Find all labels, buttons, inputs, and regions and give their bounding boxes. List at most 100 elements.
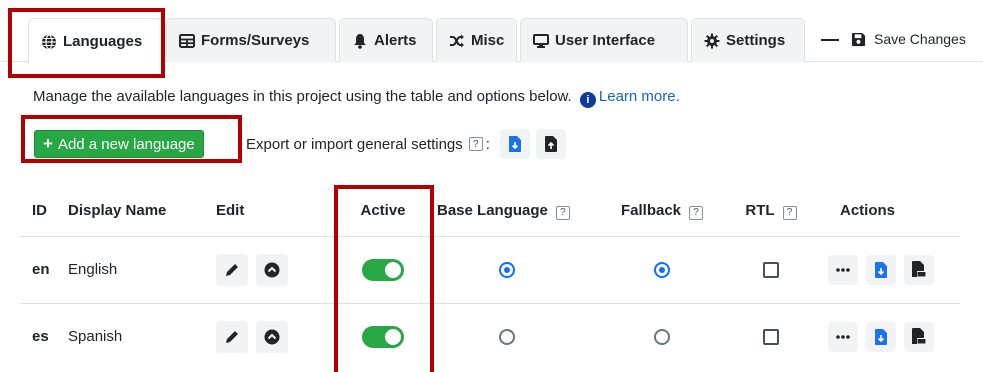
edit-cell — [216, 235, 329, 303]
tab-label: Forms/Surveys — [201, 32, 310, 49]
fallback-radio[interactable] — [654, 262, 670, 279]
description-text: Manage the available languages in this p… — [33, 88, 572, 105]
header-base-language-label: Base Language — [437, 202, 548, 219]
language-display-name: English — [68, 235, 216, 303]
tab-label: Misc — [471, 32, 505, 49]
rtl-checkbox[interactable] — [763, 262, 779, 279]
table-header-row: ID Display Name Edit Active Base Languag… — [20, 186, 960, 236]
ellipsis-icon — [836, 334, 850, 339]
add-language-button[interactable]: + Add a new language — [34, 130, 204, 158]
pencil-icon — [226, 330, 238, 343]
globe-icon — [41, 33, 57, 50]
header-rtl: RTL? — [726, 186, 816, 236]
language-id: en — [20, 235, 68, 303]
page-description: Manage the available languages in this p… — [33, 88, 680, 108]
actions-cell — [816, 235, 960, 303]
table-row: en English — [20, 235, 960, 303]
pdf-language-button[interactable] — [904, 254, 934, 285]
save-changes-label: Save Changes — [874, 31, 966, 47]
active-cell — [329, 302, 437, 370]
actions-cell — [816, 302, 960, 370]
pencil-icon — [226, 263, 238, 276]
tab-languages[interactable]: Languages — [28, 18, 162, 64]
tab-label: Settings — [726, 32, 786, 49]
header-display-name: Display Name — [68, 202, 167, 220]
header-id: ID — [32, 202, 47, 220]
floppy-disk-icon — [851, 32, 866, 47]
bell-icon — [352, 33, 368, 49]
download-language-button[interactable] — [866, 254, 896, 285]
header-edit: Edit — [216, 202, 245, 220]
download-language-button[interactable] — [866, 321, 896, 352]
export-import-label: Export or import general settings — [246, 135, 463, 153]
fallback-radio[interactable] — [654, 329, 670, 346]
shuffle-icon — [449, 33, 465, 49]
active-toggle[interactable] — [362, 258, 404, 281]
edit-cell — [216, 302, 329, 370]
header-fallback-label: Fallback — [620, 202, 682, 219]
tab-label: Languages — [63, 33, 143, 50]
base-language-cell — [437, 235, 598, 303]
language-display-name: Spanish — [68, 302, 216, 370]
chevron-up-circle-icon — [264, 262, 280, 277]
rtl-cell — [726, 235, 816, 303]
edit-language-button[interactable] — [216, 320, 248, 353]
help-icon[interactable]: ? — [555, 205, 570, 220]
tab-settings[interactable]: Settings — [691, 18, 805, 62]
ellipsis-icon — [836, 267, 850, 272]
base-language-cell — [437, 302, 598, 370]
rtl-checkbox[interactable] — [763, 329, 779, 346]
fallback-cell — [598, 235, 726, 303]
help-icon[interactable]: ? — [468, 137, 483, 151]
header-actions: Actions — [840, 202, 896, 220]
languages-table: ID Display Name Edit Active Base Languag… — [20, 186, 960, 370]
file-upload-icon — [544, 136, 557, 152]
learn-more-link[interactable]: Learn more. — [599, 88, 680, 105]
tab-label: Alerts — [374, 32, 417, 49]
export-colon: : — [485, 135, 490, 153]
help-icon[interactable]: ? — [782, 205, 797, 220]
gear-icon — [704, 33, 720, 49]
plus-icon: + — [43, 134, 53, 153]
table-row: es Spanish — [20, 302, 960, 370]
monitor-icon — [533, 33, 549, 49]
header-fallback: Fallback? — [598, 186, 726, 236]
file-download-icon — [875, 328, 887, 345]
active-toggle[interactable] — [362, 325, 404, 348]
base-language-radio[interactable] — [499, 262, 515, 279]
header-base-language: Base Language? — [437, 186, 598, 236]
export-settings-button[interactable] — [535, 129, 566, 159]
file-download-icon — [875, 261, 887, 278]
import-settings-button[interactable] — [499, 129, 530, 159]
pdf-language-button[interactable] — [904, 321, 934, 352]
fallback-cell — [598, 302, 726, 370]
rtl-cell — [726, 302, 816, 370]
tab-misc[interactable]: Misc — [436, 18, 517, 62]
active-cell — [329, 235, 437, 303]
help-icon[interactable]: ? — [689, 205, 704, 220]
language-id: es — [20, 302, 68, 370]
expand-language-button[interactable] — [256, 320, 288, 353]
table-icon — [179, 33, 195, 49]
header-active: Active — [360, 202, 406, 220]
export-import-settings: Export or import general settings ? : — [246, 129, 566, 159]
file-pdf-icon — [912, 328, 926, 345]
tab-label: User Interface — [555, 32, 656, 49]
more-options-button[interactable] — [828, 321, 858, 352]
more-options-button[interactable] — [828, 254, 858, 285]
save-changes-button[interactable]: Save Changes — [851, 22, 966, 56]
tab-user-interface[interactable]: User Interface — [520, 18, 688, 62]
tab-forms-surveys[interactable]: Forms/Surveys — [166, 18, 336, 62]
chevron-up-circle-icon — [264, 329, 280, 345]
expand-language-button[interactable] — [256, 253, 288, 286]
file-pdf-icon — [912, 261, 926, 277]
edit-language-button[interactable] — [216, 253, 248, 286]
base-language-radio[interactable] — [499, 329, 515, 346]
info-icon: i — [579, 92, 596, 108]
tab-bar: Languages Forms/Surveys Alerts Misc User… — [0, 0, 983, 64]
tab-alerts[interactable]: Alerts — [339, 18, 433, 62]
add-language-label: Add a new language — [57, 135, 195, 153]
header-rtl-label: RTL — [745, 202, 775, 219]
toolbar-separator — [821, 39, 839, 41]
file-download-icon — [508, 136, 521, 152]
